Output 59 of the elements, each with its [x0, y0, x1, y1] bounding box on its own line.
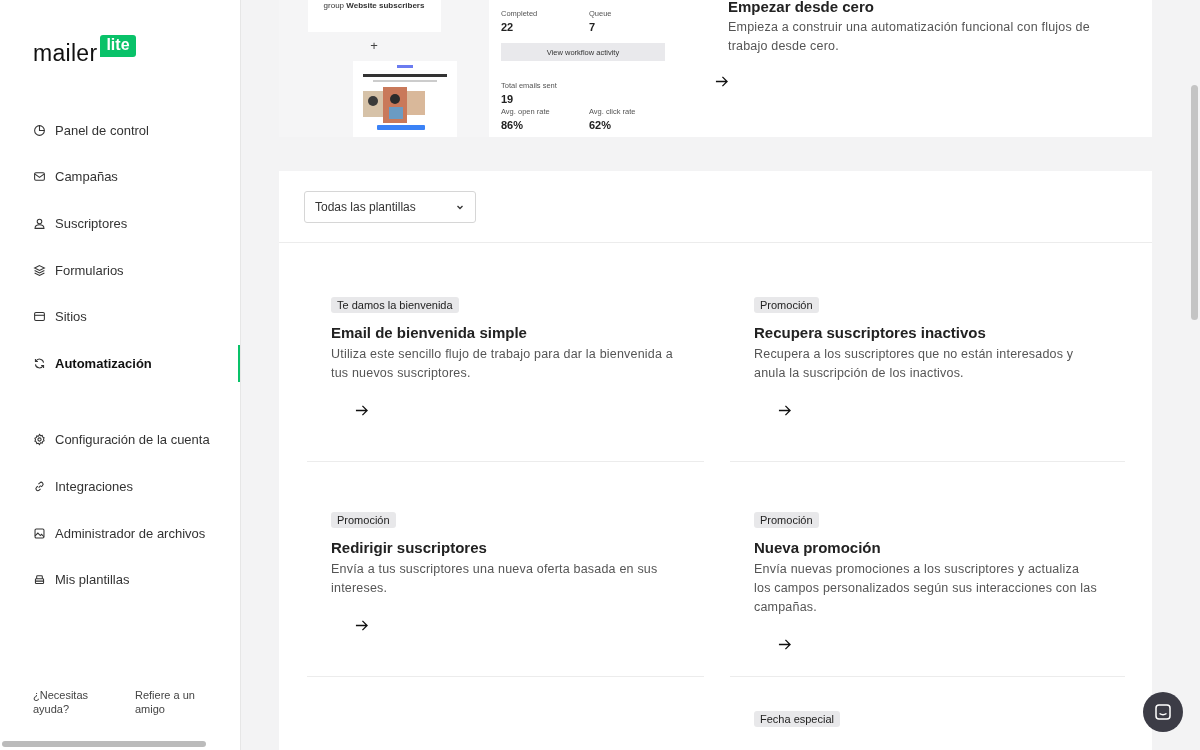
nav-item[interactable]: Sitios	[0, 293, 240, 340]
template-title: Nueva promoción	[754, 539, 881, 556]
stat-value: 86%	[501, 118, 525, 133]
stat-value: 19	[501, 92, 515, 107]
footer-link[interactable]: ¿Necesitas ayuda?	[33, 688, 105, 716]
workflow-node: group Website subscribers	[307, 0, 441, 32]
nav-item[interactable]: Formularios	[0, 246, 240, 294]
image-icon	[33, 526, 46, 540]
nav-item[interactable]: Configuración de la cuenta	[0, 416, 240, 464]
template-card[interactable]: Promoción Redirigir suscriptores Envía a tus suscriptores una nueva oferta basada en sus intereses.	[307, 484, 704, 677]
template-filter-dropdown[interactable]: Todas las plantillas	[304, 190, 476, 223]
template-description: Recupera a los suscriptores que no están interesados y anula la suscripción de los inactivos.	[754, 346, 1075, 382]
refresh-icon	[33, 356, 46, 370]
card-description: Empieza a construir una automatización funcional con flujos de trabajo desde cero.	[728, 19, 1091, 55]
stat-value: 7	[589, 20, 597, 35]
category-tag: Te damos la bienvenida	[331, 297, 459, 313]
stat-value: 22	[501, 20, 515, 35]
template-card[interactable]: Promoción Nueva promoción Envía nuevas promociones a los suscriptores y actualiza los campos personalizados según sus interacciones con las campañas.	[730, 484, 1125, 677]
arrow-icon[interactable]	[778, 404, 791, 417]
template-title: Redirigir suscriptores	[331, 539, 487, 556]
browser-window-icon	[33, 310, 46, 324]
chat-icon	[1153, 702, 1173, 722]
template-description: Envía nuevas promociones a los suscriptores y actualiza los campos personalizados según sus interacciones con las campañas.	[754, 561, 1098, 616]
user-icon	[33, 217, 46, 230]
logo-badge: lite	[100, 35, 136, 57]
nav-item[interactable]: Campañas	[0, 153, 240, 201]
category-tag: Fecha especial	[754, 711, 840, 727]
template-card[interactable]: Te damos la bienvenida Email de bienvenida simple Utiliza este sencillo flujo de trabajo para dar la bienvenida a tus nuevos suscriptores.	[307, 269, 704, 462]
template-description: Envía a tus suscriptores una nueva oferta basada en sus intereses.	[331, 561, 659, 597]
stat-value: 62%	[589, 118, 613, 133]
add-step-button[interactable]: +	[370, 38, 378, 53]
template-card[interactable]: Promoción Recupera suscriptores inactivos Recupera a los suscriptores que no están interesados y anula la suscripción de los inactivos.	[730, 269, 1125, 462]
nav-item[interactable]: Integraciones	[0, 463, 240, 510]
nav-item[interactable]: Automatización	[0, 339, 240, 387]
category-tag: Promoción	[754, 297, 819, 313]
stack-icon	[33, 573, 46, 587]
settings-icon	[33, 433, 46, 447]
link-icon	[33, 479, 46, 493]
nav-item[interactable]: Administrador de archivos	[0, 509, 240, 557]
arrow-icon[interactable]	[715, 75, 728, 88]
envelope-icon	[33, 170, 46, 184]
category-tag: Promoción	[331, 512, 396, 528]
logo-wordmark: mailer	[33, 39, 98, 67]
nav-item[interactable]: Mis plantillas	[0, 556, 240, 603]
arrow-icon[interactable]	[355, 619, 368, 632]
layers-icon	[33, 263, 46, 277]
card-title: Empezar desde cero	[728, 0, 875, 16]
template-description: Utiliza este sencillo flujo de trabajo para dar la bienvenida a tus nuevos suscriptores.	[331, 346, 674, 382]
template-title: Recupera suscriptores inactivos	[754, 324, 986, 341]
category-tag: Promoción	[754, 512, 819, 528]
nav-item[interactable]: Suscriptores	[0, 200, 240, 247]
nav-item[interactable]: Panel de control	[0, 107, 240, 154]
template-title: Email de bienvenida simple	[331, 324, 527, 341]
arrow-icon[interactable]	[355, 404, 368, 417]
pie-chart-icon	[33, 123, 46, 137]
footer-link[interactable]: Refiere a un amigo	[135, 688, 207, 716]
arrow-icon[interactable]	[778, 638, 791, 651]
chat-button[interactable]	[1143, 692, 1183, 732]
vertical-scrollbar[interactable]	[1191, 85, 1198, 320]
